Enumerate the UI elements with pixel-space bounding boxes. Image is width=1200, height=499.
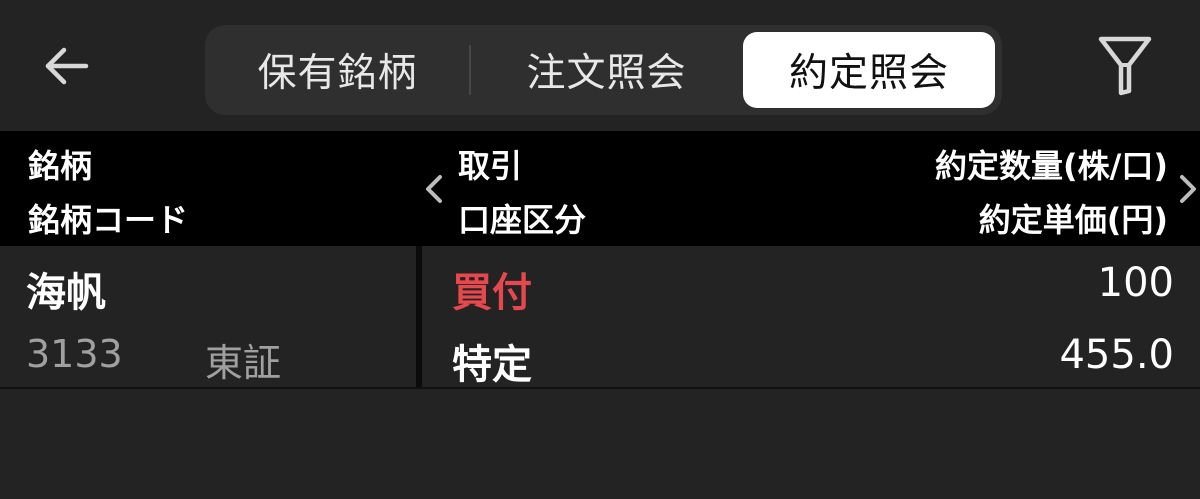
- header-price: 約定単価(円): [978, 201, 1168, 239]
- table-header: 銘柄 銘柄コード 取引 口座区分 約定数量(株/口) 約定単価(円): [0, 131, 1200, 246]
- tab-holdings[interactable]: 保有銘柄: [205, 25, 470, 115]
- tab-executions[interactable]: 約定照会: [743, 32, 995, 108]
- tab-switcher: 保有銘柄 注文照会 約定照会: [205, 25, 1002, 115]
- table-row[interactable]: 海帆 3133 東証 買付 特定 100 455.0: [0, 246, 1200, 388]
- header-trade-type: 取引: [458, 147, 523, 185]
- market-name: 東証: [205, 341, 282, 385]
- top-bar: 保有銘柄 注文照会 約定照会: [0, 0, 1200, 131]
- prev-columns-button[interactable]: [420, 171, 448, 207]
- account-type: 特定: [452, 342, 532, 388]
- header-account-type: 口座区分: [458, 201, 587, 239]
- trade-type: 買付: [452, 270, 532, 316]
- header-stock-name: 銘柄: [28, 147, 93, 185]
- filter-button[interactable]: [1090, 30, 1160, 102]
- column-divider: [416, 246, 422, 388]
- funnel-icon: [1098, 36, 1152, 96]
- tab-orders[interactable]: 注文照会: [470, 25, 743, 115]
- header-stock-code: 銘柄コード: [28, 201, 189, 239]
- row-divider: [0, 387, 1200, 389]
- executed-price: 455.0: [1059, 332, 1174, 378]
- next-columns-button[interactable]: [1176, 171, 1200, 207]
- executed-quantity: 100: [1097, 260, 1174, 306]
- chevron-right-icon: [1180, 175, 1196, 203]
- header-quantity: 約定数量(株/口): [935, 147, 1168, 185]
- back-button[interactable]: [30, 30, 102, 102]
- stock-name: 海帆: [26, 270, 106, 316]
- chevron-left-icon: [426, 175, 442, 203]
- arrow-left-icon: [45, 47, 89, 85]
- stock-code: 3133: [26, 332, 123, 376]
